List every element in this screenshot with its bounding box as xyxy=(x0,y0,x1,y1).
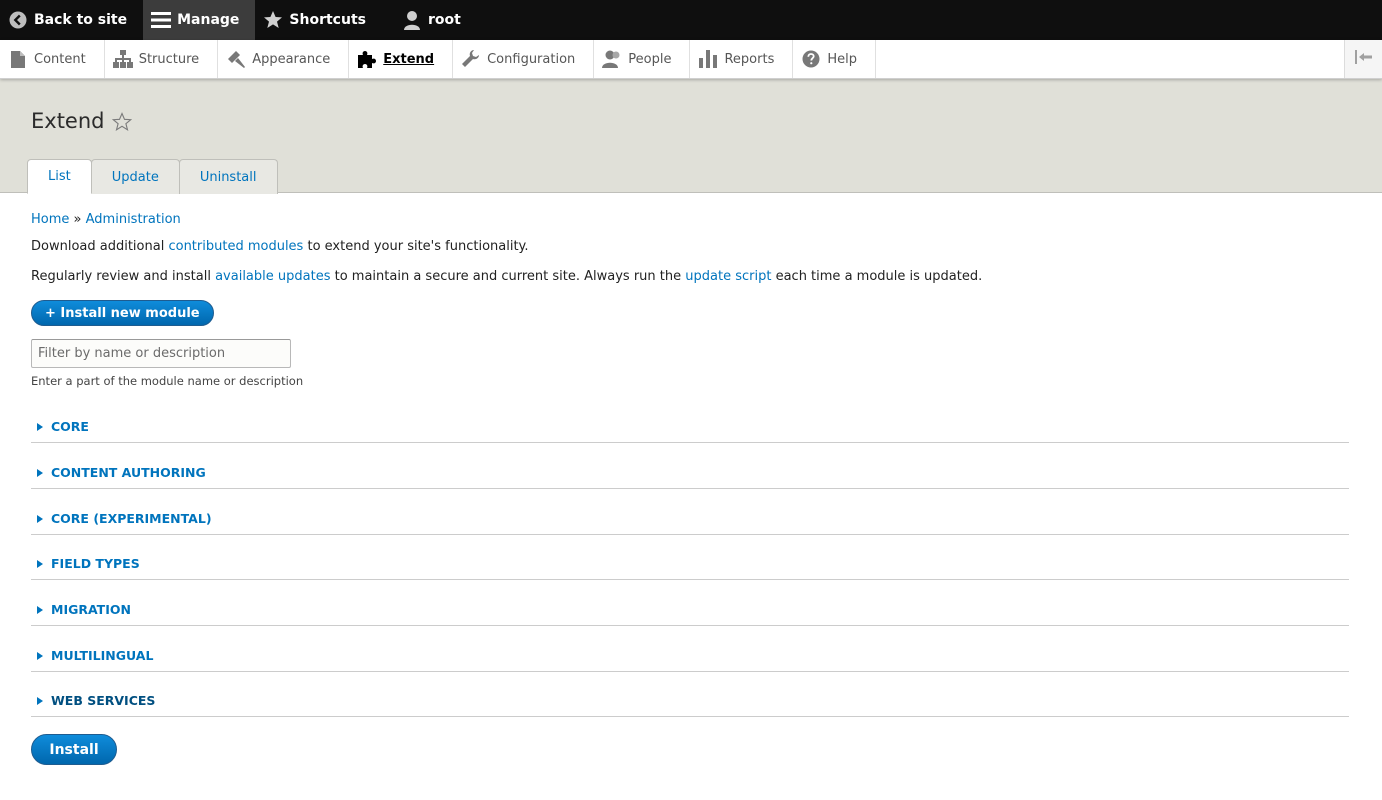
package-summary[interactable]: MIGRATION xyxy=(37,602,131,617)
triangle-right-icon xyxy=(37,696,43,705)
tray-item-appearance[interactable]: Appearance xyxy=(218,40,350,78)
tray-item-extend[interactable]: Extend xyxy=(349,40,454,78)
update-script-link[interactable]: update script xyxy=(685,269,771,284)
user-icon xyxy=(402,10,422,30)
paintbrush-icon xyxy=(226,49,246,69)
tray-item-label: Reports xyxy=(724,51,775,67)
star-outline-icon[interactable] xyxy=(111,112,133,132)
tray-item-label: Structure xyxy=(138,51,200,67)
tab-uninstall[interactable]: Uninstall xyxy=(178,159,278,194)
package-summary[interactable]: MULTILINGUAL xyxy=(37,648,153,663)
tray-item-label: Configuration xyxy=(487,51,576,67)
intro-text: to extend your site's functionality. xyxy=(307,239,529,254)
primary-tabs: List Update Uninstall xyxy=(27,159,278,194)
triangle-right-icon xyxy=(37,559,43,568)
user-tab[interactable]: root xyxy=(382,0,477,40)
tray-item-people[interactable]: People xyxy=(594,40,691,78)
module-filter-input[interactable] xyxy=(31,339,291,368)
package-label: MULTILINGUAL xyxy=(51,648,154,663)
intro-text: Regularly review and install xyxy=(31,269,211,284)
package-multilingual[interactable]: MULTILINGUAL xyxy=(31,626,1349,672)
sitemap-icon xyxy=(112,49,133,69)
install-button[interactable]: Install xyxy=(31,734,117,765)
triangle-right-icon xyxy=(37,605,43,614)
package-summary[interactable]: FIELD TYPES xyxy=(37,556,140,571)
admin-toolbar: Back to site Manage Shortcuts root xyxy=(0,0,1382,40)
tray-orientation-toggle[interactable] xyxy=(1344,40,1382,78)
menu-icon xyxy=(151,10,172,30)
available-updates-link[interactable]: available updates xyxy=(215,269,330,284)
tray-item-label: Help xyxy=(827,51,857,67)
admin-menu-tray: Content Structure Appearance Extend Conf… xyxy=(0,40,1382,79)
wrench-icon xyxy=(461,49,481,69)
breadcrumb: Home » Administration xyxy=(31,212,181,227)
tray-item-label: Appearance xyxy=(252,51,331,67)
puzzle-icon xyxy=(357,49,377,69)
breadcrumb-home-link[interactable]: Home xyxy=(31,212,69,227)
tray-item-label: People xyxy=(628,51,672,67)
filter-help-text: Enter a part of the module name or descr… xyxy=(31,374,304,388)
intro-download-text: Download additional contributed modules … xyxy=(31,239,529,254)
tray-item-label: Extend xyxy=(383,51,435,67)
back-to-site-label: Back to site xyxy=(34,12,128,28)
manage-label: Manage xyxy=(177,12,240,28)
tab-update[interactable]: Update xyxy=(90,159,180,194)
bar-chart-icon xyxy=(698,49,718,69)
people-icon xyxy=(602,49,622,69)
intro-text: Download additional xyxy=(31,239,165,254)
page-header: Extend List Update Uninstall xyxy=(0,79,1382,194)
package-label: FIELD TYPES xyxy=(51,556,140,571)
package-web-services[interactable]: WEB SERVICES xyxy=(31,671,1349,717)
back-to-site-link[interactable]: Back to site xyxy=(0,0,143,40)
contributed-modules-link[interactable]: contributed modules xyxy=(168,239,303,254)
shortcuts-tab[interactable]: Shortcuts xyxy=(255,0,382,40)
tray-item-content[interactable]: Content xyxy=(0,40,105,78)
tray-item-help[interactable]: Help xyxy=(793,40,876,78)
tab-list[interactable]: List xyxy=(27,159,92,194)
package-migration[interactable]: MIGRATION xyxy=(31,580,1349,626)
package-label: WEB SERVICES xyxy=(51,693,156,708)
package-core[interactable]: CORE xyxy=(31,397,1349,443)
breadcrumb-admin-link[interactable]: Administration xyxy=(86,212,181,227)
intro-text: each time a module is updated. xyxy=(775,269,983,284)
intro-text: to maintain a secure and current site. A… xyxy=(334,269,682,284)
intro-updates-text: Regularly review and install available u… xyxy=(31,269,982,284)
package-summary[interactable]: WEB SERVICES xyxy=(37,693,155,708)
package-field-types[interactable]: FIELD TYPES xyxy=(31,534,1349,580)
tray-item-configuration[interactable]: Configuration xyxy=(453,40,595,78)
triangle-right-icon xyxy=(37,651,43,660)
triangle-right-icon xyxy=(37,514,43,523)
package-summary[interactable]: CONTENT AUTHORING xyxy=(37,465,206,480)
package-label: MIGRATION xyxy=(51,602,131,617)
package-label: CORE xyxy=(51,419,89,434)
help-icon xyxy=(801,49,821,69)
breadcrumb-separator: » xyxy=(73,212,82,227)
shortcuts-label: Shortcuts xyxy=(289,12,366,28)
package-label: CORE (EXPERIMENTAL) xyxy=(51,511,212,526)
install-new-module-button[interactable]: + Install new module xyxy=(31,300,214,326)
triangle-right-icon xyxy=(37,422,43,431)
arrow-left-circle-icon xyxy=(8,10,28,30)
file-icon xyxy=(8,49,28,69)
tray-item-reports[interactable]: Reports xyxy=(690,40,794,78)
collapse-left-icon xyxy=(1354,50,1373,68)
page-title: Extend xyxy=(31,109,105,133)
manage-tab[interactable]: Manage xyxy=(143,0,256,40)
package-core-experimental[interactable]: CORE (EXPERIMENTAL) xyxy=(31,489,1349,535)
user-label: root xyxy=(427,12,461,28)
triangle-right-icon xyxy=(37,468,43,477)
tray-item-label: Content xyxy=(34,51,86,67)
package-label: CONTENT AUTHORING xyxy=(51,465,206,480)
tray-item-structure[interactable]: Structure xyxy=(105,40,219,78)
package-summary[interactable]: CORE xyxy=(37,419,89,434)
package-content-authoring[interactable]: CONTENT AUTHORING xyxy=(31,443,1349,489)
tray-spacer xyxy=(876,40,1344,78)
package-summary[interactable]: CORE (EXPERIMENTAL) xyxy=(37,511,212,526)
star-icon xyxy=(263,10,283,30)
